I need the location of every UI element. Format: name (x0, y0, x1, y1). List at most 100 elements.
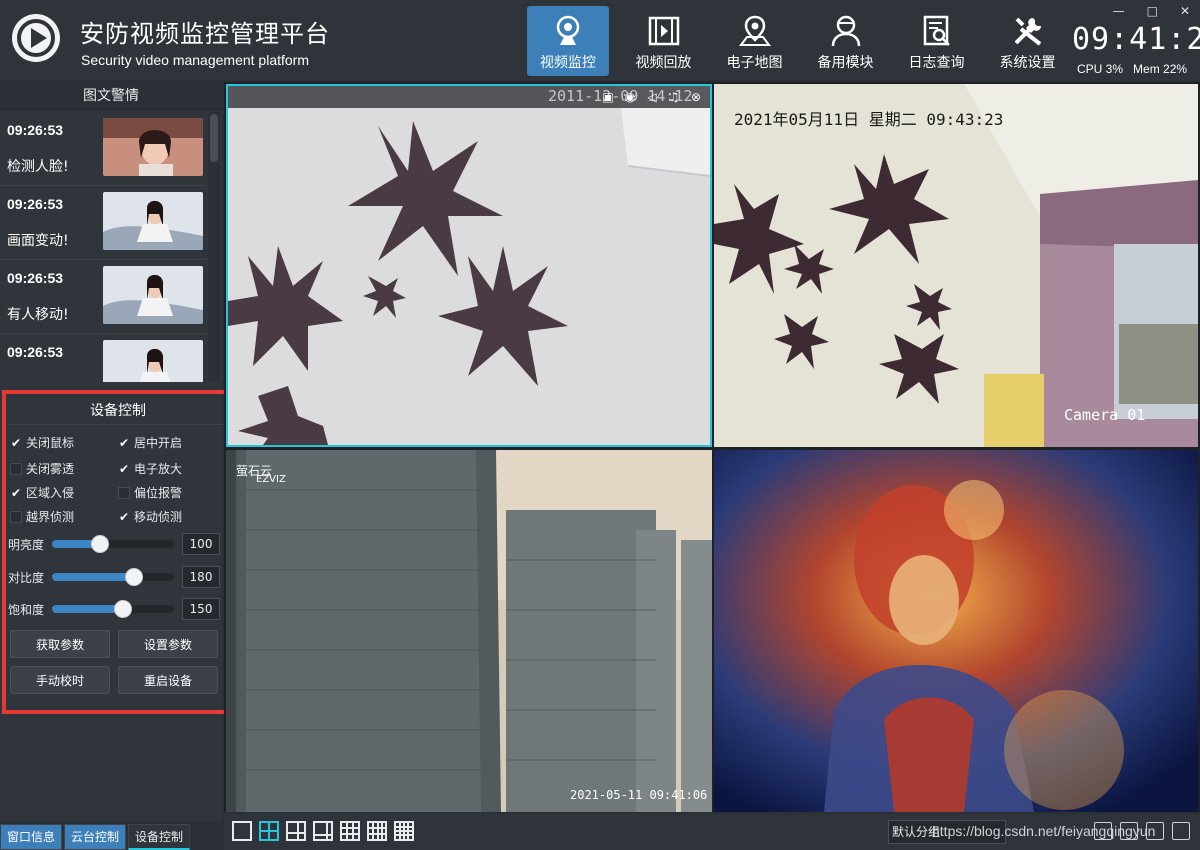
video-cell-2[interactable]: 2021年05月11日 星期二 09:43:23 Camera 01 (714, 84, 1198, 447)
alarm-time: 09:26:53 (7, 196, 64, 212)
slider-value-field[interactable]: 180 (182, 566, 220, 588)
layout-13-icon[interactable] (367, 821, 387, 841)
nav-system-settings[interactable]: 系统设置 (982, 6, 1073, 76)
app-title: 安防视频监控管理平台 (80, 20, 330, 48)
nav-video-monitor[interactable]: 视频监控 (527, 6, 609, 76)
tab-ptz-control[interactable]: 云台控制 (64, 824, 127, 850)
nav-label: 视频回放 (635, 55, 692, 71)
contrast-slider[interactable]: 对比度 180 (8, 566, 232, 588)
screenshot-icon[interactable] (1094, 822, 1112, 840)
record-icon[interactable] (1120, 822, 1138, 840)
slider-handle[interactable] (114, 600, 132, 618)
record-icon[interactable]: ▣ (600, 89, 616, 105)
nav-video-playback[interactable]: 视频回放 (618, 6, 709, 76)
nav-backup-module[interactable]: 备用模块 (800, 6, 891, 76)
device-control-panel: 设备控制 ✔ 关闭鼠标 ✔ 居中开启 关闭雾透 ✔ 电子放大 ✔ 区域入侵 偏位… (2, 390, 234, 714)
saturation-slider[interactable]: 饱和度 150 (8, 598, 232, 620)
ezviz-brand-en: EZVIZ (256, 474, 286, 485)
minimize-icon[interactable]: — (1113, 4, 1125, 18)
nav-label: 日志查询 (908, 55, 965, 71)
maximize-icon[interactable]: □ (1147, 4, 1158, 18)
layout-4-icon[interactable] (259, 821, 279, 841)
app-logo-icon (12, 14, 60, 62)
alarm-snapshot[interactable] (103, 192, 203, 250)
alarm-text: 画面变动! (7, 233, 69, 249)
main-nav: 视频监控 视频回放 电子地图 备用模块 日志查询 系统设置 (527, 6, 1073, 76)
video-cell-3[interactable]: 萤石云 EZVIZ 2021-05-11 09:41:06 (226, 450, 712, 812)
list-item[interactable]: 09:26:53 画面变动! (0, 186, 206, 260)
fullscreen-icon[interactable] (1172, 822, 1190, 840)
tab-window-info[interactable]: 窗口信息 (0, 824, 63, 850)
layout-8-icon[interactable] (313, 821, 333, 841)
checkbox-digital-zoom[interactable]: ✔ 电子放大 (118, 460, 182, 477)
video-cell-4[interactable] (714, 450, 1198, 812)
tab-device-control[interactable]: 设备控制 (128, 824, 191, 850)
slider-handle[interactable] (125, 568, 143, 586)
sound-icon[interactable] (1146, 822, 1164, 840)
slider-value-field[interactable]: 150 (182, 598, 220, 620)
scrollbar-thumb[interactable] (210, 114, 218, 162)
brightness-slider[interactable]: 明亮度 100 (8, 533, 232, 555)
checkbox-label: 区域入侵 (26, 486, 75, 500)
checkbox-label: 偏位报警 (134, 486, 183, 500)
checkbox-offset-alarm[interactable]: 偏位报警 (118, 484, 182, 501)
alarm-time: 09:26:53 (7, 122, 64, 138)
alarm-snapshot[interactable] (103, 118, 203, 176)
slider-label: 饱和度 (8, 603, 45, 617)
slider-track[interactable] (52, 600, 174, 618)
check-icon: ✔ (118, 461, 130, 476)
close-video-icon[interactable]: ⊗ (688, 89, 704, 105)
layout-6-icon[interactable] (286, 821, 306, 841)
list-item[interactable]: 09:26:53 检测人脸! (0, 112, 206, 186)
slider-track[interactable] (52, 535, 174, 553)
check-icon: ✔ (118, 435, 130, 450)
left-bottom-tabs: 窗口信息 云台控制 设备控制 (0, 824, 191, 850)
title-bar: 安防视频监控管理平台 Security video management pla… (0, 0, 1200, 80)
cpu-usage: CPU 3% (1077, 62, 1124, 76)
bottom-toolbar: 默认分组 https://blog.csdn.net/feiyangqingyu… (224, 814, 1200, 850)
slider-value-field[interactable]: 100 (182, 533, 220, 555)
tools-icon (1014, 17, 1041, 46)
checkbox-center-open[interactable]: ✔ 居中开启 (118, 434, 182, 451)
film-icon (648, 16, 679, 46)
slider-handle[interactable] (91, 535, 109, 553)
checkbox-defog-off[interactable]: 关闭雾透 (10, 460, 74, 477)
alarm-list-scrollbar[interactable] (208, 112, 220, 382)
unchecked-box-icon (10, 510, 22, 523)
checkbox-label: 关闭鼠标 (26, 436, 75, 450)
video-cell-1[interactable]: 2011-12-09 14:12 ▣ ◉ ◁ ♫ ⊗ (226, 84, 712, 447)
mem-usage: Mem 22% (1133, 62, 1188, 76)
layout-16-icon[interactable] (394, 821, 414, 841)
close-icon[interactable]: ✕ (1180, 4, 1190, 18)
alarm-snapshot[interactable] (103, 266, 203, 324)
checkbox-motion-detect[interactable]: ✔ 移动侦测 (118, 508, 182, 525)
layout-1-icon[interactable] (232, 821, 252, 841)
nav-e-map[interactable]: 电子地图 (709, 6, 800, 76)
nav-log-query[interactable]: 日志查询 (891, 6, 982, 76)
set-params-button[interactable]: 设置参数 (118, 630, 218, 658)
manual-time-sync-button[interactable]: 手动校时 (10, 666, 110, 694)
app-subtitle: Security video management platform (81, 52, 309, 68)
check-icon: ✔ (10, 435, 22, 450)
user-icon (831, 15, 860, 47)
get-params-button[interactable]: 获取参数 (10, 630, 110, 658)
alarm-bell-icon[interactable]: ♫ (666, 89, 682, 105)
reboot-device-button[interactable]: 重启设备 (118, 666, 218, 694)
nav-label: 备用模块 (817, 55, 874, 71)
list-item[interactable]: 09:26:53 (0, 334, 206, 382)
alarm-snapshot[interactable] (103, 340, 203, 382)
layout-9-icon[interactable] (340, 821, 360, 841)
slider-track[interactable] (52, 568, 174, 586)
checkbox-disable-mouse[interactable]: ✔ 关闭鼠标 (10, 434, 74, 451)
checkbox-area-intrusion[interactable]: ✔ 区域入侵 (10, 484, 74, 501)
left-panel: 图文警情 09:26:53 检测人脸! 09:26:53 画面变动! 09:26… (0, 82, 234, 822)
alarm-list[interactable]: 09:26:53 检测人脸! 09:26:53 画面变动! 09:26:53 有… (0, 112, 206, 382)
sound-icon[interactable]: ◁ (644, 89, 660, 105)
slider-fill (52, 573, 134, 581)
list-item[interactable]: 09:26:53 有人移动! (0, 260, 206, 334)
check-icon: ✔ (118, 509, 130, 524)
snapshot-icon[interactable]: ◉ (622, 89, 638, 105)
window-controls: — □ ✕ (1113, 4, 1190, 18)
checkbox-line-crossing[interactable]: 越界侦测 (10, 508, 74, 525)
nav-label: 系统设置 (999, 55, 1056, 71)
